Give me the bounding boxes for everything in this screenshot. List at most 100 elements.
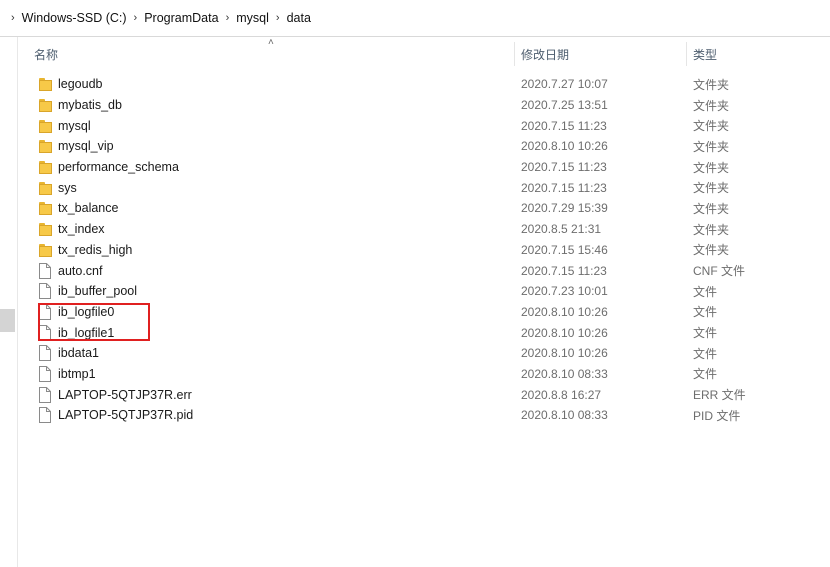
file-name-cell: LAPTOP-5QTJP37R.err xyxy=(38,386,192,403)
file-modified-date: 2020.7.23 10:01 xyxy=(521,284,608,299)
chevron-right-icon[interactable]: › xyxy=(276,12,280,24)
file-name[interactable]: mysql_vip xyxy=(58,139,114,153)
file-row[interactable]: sys 2020.7.15 11:23 文件夹 xyxy=(18,177,830,198)
file-row[interactable]: mysql_vip 2020.8.10 10:26 文件夹 xyxy=(18,136,830,157)
file-name-cell: mysql xyxy=(38,118,91,134)
file-row[interactable]: ibtmp1 2020.8.10 08:33 文件 xyxy=(18,364,830,385)
file-icon xyxy=(38,407,52,424)
file-row[interactable]: LAPTOP-5QTJP37R.err 2020.8.8 16:27 ERR 文件 xyxy=(18,384,830,405)
chevron-right-icon[interactable]: › xyxy=(11,12,15,24)
file-modified-date: 2020.8.10 08:33 xyxy=(521,408,608,423)
file-row[interactable]: LAPTOP-5QTJP37R.pid 2020.8.10 08:33 PID 文件 xyxy=(18,405,830,426)
breadcrumb-item-drive[interactable]: Windows-SSD (C:) xyxy=(22,11,127,25)
file-type: 文件夹 xyxy=(693,77,730,92)
file-row[interactable]: performance_schema 2020.7.15 11:23 文件夹 xyxy=(18,157,830,178)
file-name-cell: tx_index xyxy=(38,221,105,237)
file-row[interactable]: tx_balance 2020.7.29 15:39 文件夹 xyxy=(18,198,830,219)
file-type: 文件夹 xyxy=(693,181,730,196)
file-modified-date: 2020.8.10 08:33 xyxy=(521,366,608,381)
file-type: 文件夹 xyxy=(693,119,730,134)
file-name[interactable]: legoudb xyxy=(58,77,103,91)
folder-icon xyxy=(38,242,52,258)
file-type: 文件夹 xyxy=(693,98,730,113)
file-modified-date: 2020.7.15 11:23 xyxy=(521,180,607,195)
file-row[interactable]: tx_redis_high 2020.7.15 15:46 文件夹 xyxy=(18,240,830,261)
folder-icon xyxy=(38,159,52,175)
file-modified-date: 2020.8.8 16:27 xyxy=(521,387,602,402)
file-name[interactable]: tx_index xyxy=(58,222,105,236)
folder-icon xyxy=(38,200,52,216)
folder-icon xyxy=(38,118,52,134)
folder-icon xyxy=(38,97,52,113)
file-type: ERR 文件 xyxy=(693,388,746,403)
file-type: 文件夹 xyxy=(693,160,730,175)
column-divider[interactable] xyxy=(514,42,515,66)
file-modified-date: 2020.7.29 15:39 xyxy=(521,201,608,216)
chevron-right-icon[interactable]: › xyxy=(134,12,138,24)
file-icon xyxy=(38,386,52,403)
file-modified-date: 2020.7.27 10:07 xyxy=(521,77,608,92)
file-name[interactable]: mysql xyxy=(58,119,91,133)
file-row[interactable]: legoudb 2020.7.27 10:07 文件夹 xyxy=(18,74,830,95)
column-header-type[interactable]: 类型 xyxy=(693,46,717,63)
file-icon xyxy=(38,365,52,382)
file-row[interactable]: auto.cnf 2020.7.15 11:23 CNF 文件 xyxy=(18,260,830,281)
navigation-pane-scroll-marker[interactable] xyxy=(0,309,15,332)
file-name-cell: auto.cnf xyxy=(38,262,102,279)
file-name[interactable]: tx_balance xyxy=(58,201,118,215)
file-type: 文件 xyxy=(693,305,718,320)
file-type: CNF 文件 xyxy=(693,264,745,279)
file-name[interactable]: tx_redis_high xyxy=(58,243,132,257)
highlight-box xyxy=(38,303,150,341)
file-type: 文件夹 xyxy=(693,243,730,258)
file-name-cell: legoudb xyxy=(38,76,103,92)
file-name[interactable]: performance_schema xyxy=(58,160,179,174)
file-name-cell: ibdata1 xyxy=(38,345,99,362)
file-type: 文件夹 xyxy=(693,139,730,154)
breadcrumb-item-programdata[interactable]: ProgramData xyxy=(144,11,218,25)
chevron-right-icon[interactable]: › xyxy=(226,12,230,24)
file-name[interactable]: LAPTOP-5QTJP37R.pid xyxy=(58,408,193,422)
column-header-date[interactable]: 修改日期 xyxy=(521,46,569,63)
file-name-cell: tx_balance xyxy=(38,200,118,216)
folder-icon xyxy=(38,180,52,196)
file-name[interactable]: ibdata1 xyxy=(58,346,99,360)
file-modified-date: 2020.7.15 11:23 xyxy=(521,118,607,133)
file-row[interactable]: ib_buffer_pool 2020.7.23 10:01 文件 xyxy=(18,281,830,302)
file-row[interactable]: mybatis_db 2020.7.25 13:51 文件夹 xyxy=(18,95,830,116)
file-row[interactable]: ibdata1 2020.8.10 10:26 文件 xyxy=(18,343,830,364)
file-icon xyxy=(38,345,52,362)
column-divider[interactable] xyxy=(686,42,687,66)
folder-icon xyxy=(38,76,52,92)
file-name-cell: performance_schema xyxy=(38,159,179,175)
folder-icon xyxy=(38,138,52,154)
file-name-cell: LAPTOP-5QTJP37R.pid xyxy=(38,407,193,424)
file-type: 文件 xyxy=(693,346,718,361)
file-type: 文件夹 xyxy=(693,222,730,237)
column-header-name[interactable]: 名称 xyxy=(34,46,58,63)
file-name-cell: mybatis_db xyxy=(38,97,122,113)
breadcrumb: › Windows-SSD (C:) › ProgramData › mysql… xyxy=(0,0,830,37)
file-modified-date: 2020.7.15 15:46 xyxy=(521,242,608,257)
column-header-bar: ˄ 名称 修改日期 类型 xyxy=(18,37,830,66)
file-name[interactable]: LAPTOP-5QTJP37R.err xyxy=(58,388,192,402)
breadcrumb-item-mysql[interactable]: mysql xyxy=(236,11,269,25)
file-row[interactable]: tx_index 2020.8.5 21:31 文件夹 xyxy=(18,219,830,240)
file-name[interactable]: sys xyxy=(58,181,77,195)
file-name-cell: sys xyxy=(38,180,77,196)
file-name[interactable]: auto.cnf xyxy=(58,264,102,278)
file-name[interactable]: ib_buffer_pool xyxy=(58,284,137,298)
file-icon xyxy=(38,283,52,300)
file-name[interactable]: ibtmp1 xyxy=(58,367,96,381)
breadcrumb-item-data[interactable]: data xyxy=(287,11,311,25)
file-list: legoudb 2020.7.27 10:07 文件夹 mybatis_db 2020.… xyxy=(18,74,830,426)
file-name[interactable]: mybatis_db xyxy=(58,98,122,112)
file-row[interactable]: mysql 2020.7.15 11:23 文件夹 xyxy=(18,115,830,136)
file-modified-date: 2020.8.5 21:31 xyxy=(521,222,602,237)
file-modified-date: 2020.7.15 11:23 xyxy=(521,160,607,175)
file-icon xyxy=(38,262,52,279)
file-modified-date: 2020.7.15 11:23 xyxy=(521,263,607,278)
sort-ascending-icon: ˄ xyxy=(268,37,274,48)
file-modified-date: 2020.7.25 13:51 xyxy=(521,98,608,113)
file-name-cell: ibtmp1 xyxy=(38,365,96,382)
